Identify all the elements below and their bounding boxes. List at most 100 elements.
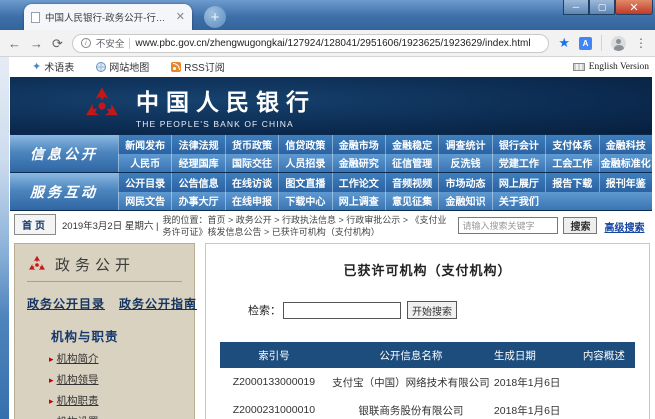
list-search-input[interactable] xyxy=(283,302,401,319)
info-icon[interactable]: i xyxy=(81,38,91,48)
new-tab-button[interactable]: + xyxy=(204,6,226,28)
home-button[interactable]: 首页 xyxy=(14,214,56,235)
nav-item[interactable]: 金融标准化 xyxy=(599,154,652,173)
url-text[interactable]: www.pbc.gov.cn/zhengwugongkai/127924/128… xyxy=(135,38,530,49)
glossary-link[interactable]: ✦ 术语表 xyxy=(32,59,74,74)
sidebar-item[interactable]: ▸机构职责 xyxy=(49,393,182,408)
nav-item[interactable]: 金融科技 xyxy=(599,135,652,154)
nav-item[interactable]: 在线申报 xyxy=(225,192,278,211)
sidebar-item-label[interactable]: 机构简介 xyxy=(57,353,99,365)
nav-item[interactable]: 支付体系 xyxy=(545,135,598,154)
profile-avatar-icon[interactable] xyxy=(611,36,626,51)
record-date: 2018年1月6日 xyxy=(494,368,573,396)
nav-item[interactable]: 关于我们 xyxy=(492,192,545,211)
sidebar-item-label[interactable]: 机构职责 xyxy=(57,395,99,407)
nav-item[interactable]: 信贷政策 xyxy=(278,135,331,154)
forward-icon[interactable]: → xyxy=(30,37,43,50)
minimize-button[interactable]: ─ xyxy=(563,0,589,15)
favicon-icon xyxy=(31,12,40,23)
nav-item[interactable]: 报刊年鉴 xyxy=(599,173,652,192)
nav-item[interactable]: 征信管理 xyxy=(385,154,438,173)
bookmark-star-icon[interactable]: ★ xyxy=(558,35,570,51)
back-icon[interactable]: ← xyxy=(8,37,21,50)
reload-icon[interactable]: ⟳ xyxy=(52,37,63,50)
table-row: Z2000133000019支付宝（中国）网络技术有限公司2018年1月6日 xyxy=(220,368,635,396)
record-name-link[interactable]: 银联商务股份有限公司 xyxy=(328,396,494,419)
nav-item[interactable]: 人员招录 xyxy=(278,154,331,173)
sidebar-item[interactable]: ▸机构设置 xyxy=(49,414,182,419)
chrome-menu-icon[interactable]: ⋮ xyxy=(635,36,647,50)
nav-section-label[interactable]: 服务互动 xyxy=(10,173,118,210)
sidebar-top-links: 政务公开目录政务公开指南 xyxy=(27,295,182,312)
sidebar-item-label[interactable]: 机构领导 xyxy=(57,374,99,386)
close-button[interactable]: ✕ xyxy=(615,0,653,15)
breadcrumb-bar: 首页 2019年3月2日 星期六 | 我的位置：首页 > 政务公开 > 行政执法… xyxy=(10,211,652,243)
nav-item[interactable]: 网上展厅 xyxy=(492,173,545,192)
english-version-link[interactable]: English Version xyxy=(573,62,649,72)
tab-close-icon[interactable]: ✕ xyxy=(176,12,185,23)
address-bar[interactable]: i 不安全 www.pbc.gov.cn/zhengwugongkai/1279… xyxy=(72,34,549,53)
nav-item[interactable]: 新闻发布 xyxy=(118,135,171,154)
nav-item[interactable]: 公开目录 xyxy=(118,173,171,192)
table-header-cell: 公开信息名称 xyxy=(328,342,494,368)
nav-item[interactable]: 货币政策 xyxy=(225,135,278,154)
nav-item[interactable]: 金融稳定 xyxy=(385,135,438,154)
pbc-logo-icon xyxy=(27,255,47,275)
nav-item[interactable]: 图文直播 xyxy=(278,173,331,192)
nav-item[interactable]: 人民币 xyxy=(118,154,171,173)
nav-item[interactable]: 党建工作 xyxy=(492,154,545,173)
nav-item[interactable]: 意见征集 xyxy=(385,192,438,211)
nav-item[interactable]: 音频视频 xyxy=(385,173,438,192)
nav-item[interactable]: 公告信息 xyxy=(171,173,224,192)
site-quickbar: ✦ 术语表 网站地图 RSS订阅 English Version xyxy=(10,57,655,76)
sidebar-header: 政务公开 xyxy=(27,254,182,282)
nav-item[interactable]: 工会工作 xyxy=(545,154,598,173)
site-search-button[interactable]: 搜索 xyxy=(563,217,597,234)
sidebar-item[interactable]: ▸机构简介 xyxy=(49,351,182,366)
nav-item[interactable]: 金融知识 xyxy=(438,192,491,211)
sidebar-item[interactable]: ▸机构领导 xyxy=(49,372,182,387)
sitemap-label: 网站地图 xyxy=(109,59,149,74)
sidebar-link[interactable]: 政务公开目录 xyxy=(27,295,105,312)
table-header-cell: 索引号 xyxy=(220,342,328,368)
breadcrumb[interactable]: 我的位置：首页 > 政务公开 > 行政执法信息 > 行政审批公示 > 《支付业务… xyxy=(162,215,454,238)
globe-icon xyxy=(96,62,106,72)
nav-item[interactable]: 网民文告 xyxy=(118,192,171,211)
nav-item[interactable]: 工作论文 xyxy=(332,173,385,192)
page-left-edge xyxy=(0,57,9,419)
translate-icon[interactable]: A xyxy=(579,37,592,50)
nav-item[interactable]: 市场动态 xyxy=(438,173,491,192)
sidebar-link[interactable]: 政务公开指南 xyxy=(119,295,197,312)
window-titlebar: ─ ▢ ✕ 中国人民银行-政务公开-行政执法 ✕ + xyxy=(0,0,655,30)
site-name-cn: 中国人民银行 xyxy=(136,83,316,117)
tab-title: 中国人民银行-政务公开-行政执法 xyxy=(45,10,171,24)
sitemap-link[interactable]: 网站地图 xyxy=(96,59,149,74)
rss-link[interactable]: RSS订阅 xyxy=(171,59,225,74)
nav-item[interactable]: 在线访谈 xyxy=(225,173,278,192)
nav-section-label[interactable]: 信息公开 xyxy=(10,135,118,172)
nav-item[interactable]: 反洗钱 xyxy=(438,154,491,173)
start-search-button[interactable]: 开始搜索 xyxy=(407,301,457,319)
browser-toolbar: ← → ⟳ i 不安全 www.pbc.gov.cn/zhengwugongka… xyxy=(0,30,655,57)
nav-item[interactable]: 经理国库 xyxy=(171,154,224,173)
nav-item[interactable]: 法律法规 xyxy=(171,135,224,154)
nav-item[interactable]: 金融市场 xyxy=(332,135,385,154)
record-name-link[interactable]: 支付宝（中国）网络技术有限公司 xyxy=(328,368,494,396)
maximize-button[interactable]: ▢ xyxy=(589,0,615,15)
nav-item[interactable]: 网上调查 xyxy=(332,192,385,211)
advanced-search-link[interactable]: 高级搜索 xyxy=(604,219,644,234)
nav-item[interactable]: 银行会计 xyxy=(492,135,545,154)
arrow-icon: ▸ xyxy=(49,375,54,385)
browser-tab[interactable]: 中国人民银行-政务公开-行政执法 ✕ xyxy=(24,4,192,30)
nav-item[interactable]: 国际交往 xyxy=(225,154,278,173)
site-search-input[interactable] xyxy=(458,217,558,234)
list-search-row: 检索： 开始搜索 xyxy=(248,301,635,319)
omnibox-divider xyxy=(129,38,130,49)
keyboard-icon xyxy=(573,63,585,71)
nav-rows: 新闻发布法律法规货币政策信贷政策金融市场金融稳定调查统计银行会计支付体系金融科技… xyxy=(118,135,652,172)
nav-item[interactable]: 下载中心 xyxy=(278,192,331,211)
nav-item[interactable]: 调查统计 xyxy=(438,135,491,154)
nav-item[interactable]: 报告下载 xyxy=(545,173,598,192)
nav-item[interactable]: 金融研究 xyxy=(332,154,385,173)
nav-item[interactable]: 办事大厅 xyxy=(171,192,224,211)
